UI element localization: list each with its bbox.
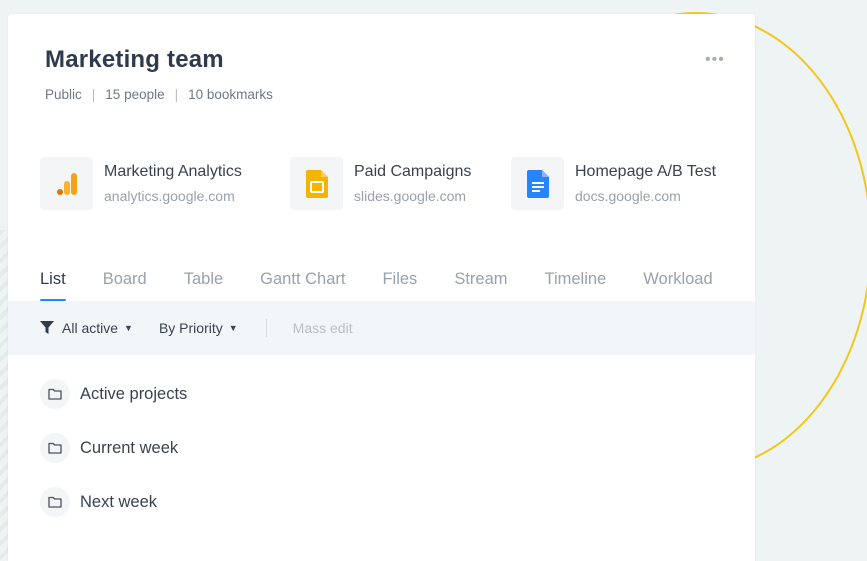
- bookmark-paid-campaigns[interactable]: Paid Campaigns slides.google.com: [290, 157, 471, 210]
- bookmark-url: docs.google.com: [575, 187, 681, 204]
- filter-dropdown[interactable]: All active ▼: [40, 320, 133, 336]
- bookmark-name: Paid Campaigns: [354, 162, 472, 180]
- folder-icon: [40, 487, 70, 517]
- tab-stream[interactable]: Stream: [454, 270, 507, 301]
- meta-divider: |: [91, 87, 96, 102]
- list-toolbar: All active ▼ By Priority ▼ Mass edit: [8, 301, 755, 355]
- team-card: Marketing team ••• Public | 15 people | …: [8, 14, 755, 561]
- bookmarks-count: 10 bookmarks: [188, 87, 273, 102]
- view-tabs: List Board Table Gantt Chart Files Strea…: [40, 270, 750, 301]
- folder-active-projects[interactable]: Active projects: [40, 379, 187, 409]
- tab-workload[interactable]: Workload: [643, 270, 712, 301]
- team-meta: Public | 15 people | 10 bookmarks: [45, 87, 273, 102]
- tab-list[interactable]: List: [40, 270, 66, 301]
- bookmark-homepage-ab-test[interactable]: Homepage A/B Test docs.google.com: [511, 157, 716, 210]
- filter-label: All active: [62, 320, 119, 336]
- visibility-label: Public: [45, 87, 82, 102]
- tab-board[interactable]: Board: [103, 270, 147, 301]
- bookmark-name: Marketing Analytics: [104, 162, 242, 180]
- analytics-icon: [40, 157, 93, 210]
- ellipsis-icon[interactable]: •••: [705, 51, 725, 69]
- sort-label: By Priority: [158, 320, 223, 336]
- sort-dropdown[interactable]: By Priority ▼: [159, 320, 238, 336]
- docs-icon: [511, 157, 564, 210]
- slides-icon: [290, 157, 343, 210]
- meta-divider: |: [174, 87, 179, 102]
- tab-gantt-chart[interactable]: Gantt Chart: [260, 270, 345, 301]
- people-count: 15 people: [105, 87, 165, 102]
- toolbar-divider: [265, 319, 267, 337]
- bookmark-url: slides.google.com: [354, 187, 467, 204]
- bookmark-marketing-analytics[interactable]: Marketing Analytics analytics.google.com: [40, 157, 242, 210]
- folder-label: Current week: [80, 438, 179, 457]
- filter-icon: [40, 321, 54, 335]
- folder-label: Active projects: [80, 384, 188, 403]
- tab-table[interactable]: Table: [184, 270, 223, 301]
- caret-down-icon: ▼: [124, 323, 133, 333]
- tab-timeline[interactable]: Timeline: [545, 270, 607, 301]
- bookmark-url: analytics.google.com: [104, 187, 235, 204]
- folder-current-week[interactable]: Current week: [40, 433, 178, 463]
- folder-icon: [40, 433, 70, 463]
- bookmark-name: Homepage A/B Test: [575, 162, 717, 180]
- folder-next-week[interactable]: Next week: [40, 487, 157, 517]
- tab-files[interactable]: Files: [382, 270, 417, 301]
- caret-down-icon: ▼: [228, 323, 238, 333]
- folder-label: Next week: [80, 492, 158, 511]
- page-title: Marketing team: [45, 46, 224, 73]
- folder-icon: [40, 379, 70, 409]
- mass-edit-button[interactable]: Mass edit: [293, 320, 353, 336]
